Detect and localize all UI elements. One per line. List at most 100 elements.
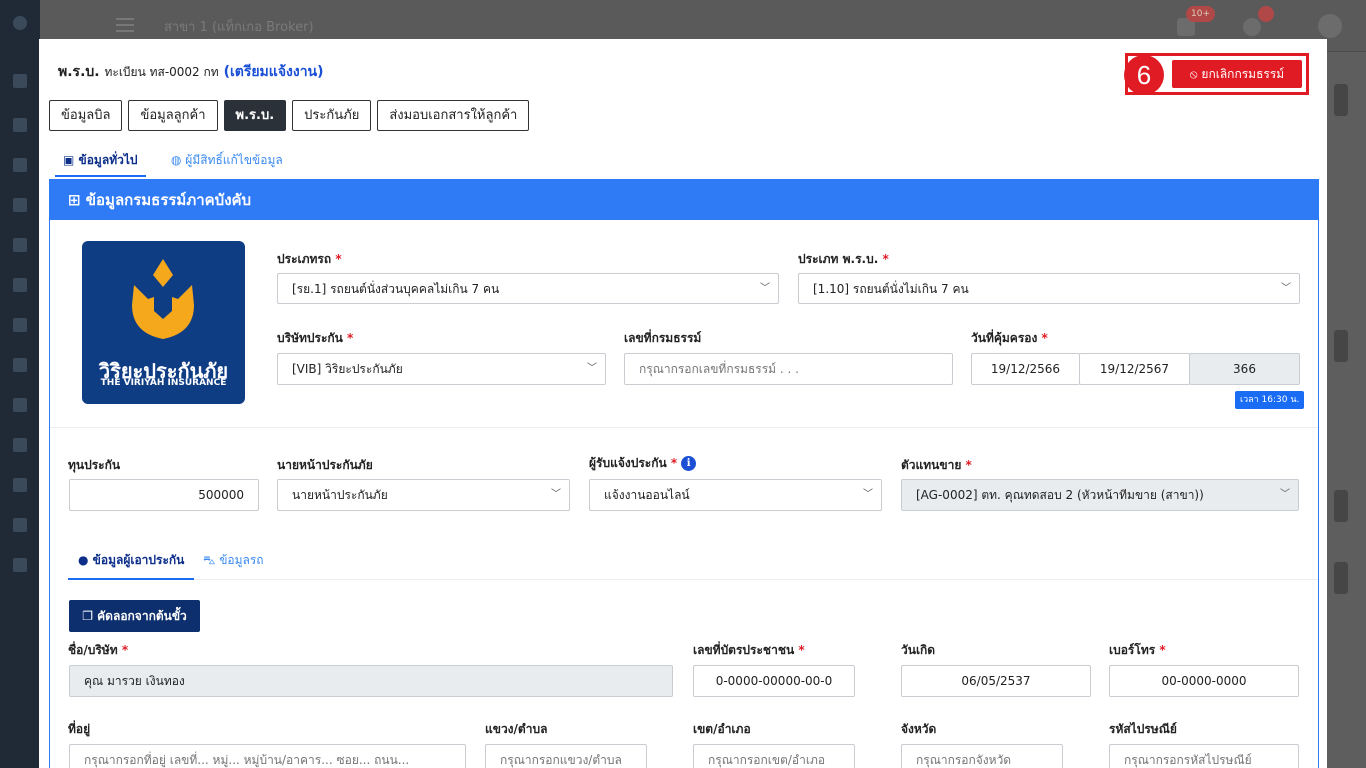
agent-label: ตัวแทนขาย * [901,458,972,472]
vehicle-type-label: ประเภทรถ * [277,252,342,266]
logo-english-text: THE VIRIYAH INSURANCE [100,378,227,388]
insurer-select[interactable]: [VIB] วิริยะประกันภัย ﹀ [277,353,606,385]
subdistrict-input[interactable] [485,744,647,768]
title-registration: ทะเบียน ทส-0002 กท [104,65,219,79]
title-prefix: พ.ร.บ. [58,64,100,80]
policy-number-input[interactable] [624,353,953,385]
edit-icon [13,74,27,88]
tab-deliver-documents[interactable]: ส่งมอบเอกสารให้ลูกค้า [377,100,530,131]
sidebar-item-icon [13,478,27,492]
sidebar-item-icon [13,238,27,252]
sum-insured-label: ทุนประกัน [68,458,121,472]
coverage-days: 366 [1189,353,1300,385]
avatar [1318,14,1342,38]
sidebar-item-icon [13,438,27,452]
compulsory-policy-card: ⊞ ข้อมูลกรมธรรม์ภาคบังคับ วิริยะประกันภั… [49,179,1319,768]
copy-icon: ❐ [82,609,98,623]
name-label: ชื่อ/บริษัท * [68,643,129,657]
insurer-logo: วิริยะประกันภัย THE VIRIYAH INSURANCE [82,241,245,404]
id-card-label: เลขที่บัตรประชาชน * [693,643,805,657]
insured-tabs: ● ข้อมูลผู้เอาประกัน ⛍ ข้อมูลรถ [68,540,1318,580]
notifier-select[interactable]: แจ้งงานออนไลน์ ﹀ [589,479,882,511]
notifier-label: ผู้รับแจ้งประกัน * i [589,454,697,473]
cancel-policy-button[interactable]: ⦸ ยกเลิกกรมธรรม์ [1172,60,1302,88]
tab-insurance[interactable]: ประกันภัย [292,100,372,131]
broker-select[interactable]: นายหน้าประกันภัย ﹀ [277,479,570,511]
policy-number-label: เลขที่กรมธรรม์ [624,331,702,345]
tab-car-info[interactable]: ⛍ ข้อมูลรถ [203,540,264,580]
name-input[interactable]: คุณ มารวย เงินทอง [69,665,673,697]
sidebar-item-icon [13,278,27,292]
sub-tabs: ▣ ข้อมูลทั่วไป ◍ ผู้มีสิทธิ์แก้ไขข้อมูล [49,143,1319,177]
table-icon: ⊞ [68,191,86,209]
postal-input[interactable] [1109,744,1299,768]
chevron-down-icon: ﹀ [551,489,561,500]
sum-insured-input[interactable]: 500000 [69,479,259,511]
insurer-label: บริษัทประกัน * [277,331,354,345]
subtab-editors[interactable]: ◍ ผู้มีสิทธิ์แก้ไขข้อมูล [163,143,291,177]
prb-type-value: [1.10] รถยนต์นั่งไม่เกิน 7 คน [813,282,969,296]
province-input[interactable] [901,744,1063,768]
phone-input[interactable]: 00-0000-0000 [1109,665,1299,697]
province-label: จังหวัด [901,722,937,736]
main-tabs: ข้อมูลบิล ข้อมูลลูกค้า พ.ร.บ. ประกันภัย … [49,100,530,131]
address-input[interactable] [69,744,466,768]
prb-type-select[interactable]: [1.10] รถยนต์นั่งไม่เกิน 7 คน ﹀ [798,273,1300,304]
card-header: ⊞ ข้อมูลกรมธรรม์ภาคบังคับ [50,180,1318,220]
tab-insured-person[interactable]: ● ข้อมูลผู้เอาประกัน [68,540,195,580]
sidebar-item-icon [13,558,27,572]
coverage-start-date[interactable]: 19/12/2566 [971,353,1080,385]
notification-badge: 10+ [1186,6,1215,22]
policy-modal: พ.ร.บ. ทะเบียน ทส-0002 กท (เตรียมแจ้งงาน… [39,39,1327,768]
subtab-general[interactable]: ▣ ข้อมูลทั่วไป [55,143,146,177]
cancel-highlight: 6 ⦸ ยกเลิกกรมธรรม์ [1124,53,1309,95]
subtab-editors-label: ผู้มีสิทธิ์แก้ไขข้อมูล [185,153,283,167]
divider [50,427,1318,428]
district-label: เขต/อำเภอ [693,722,751,736]
district-input[interactable] [693,744,855,768]
tab-car-info-label: ข้อมูลรถ [219,553,264,567]
phone-label: เบอร์โทร * [1109,643,1166,657]
sidebar-item-icon [13,398,27,412]
mail-icon [13,158,27,172]
chevron-down-icon: ﹀ [587,363,597,374]
sidebar-item-icon [13,118,27,132]
alert-badge [1258,6,1274,22]
agent-value: [AG-0002] ตท. คุณทดสอบ 2 (หัวหน้าทีมขาย … [916,488,1204,502]
title-status: (เตรียมแจ้งงาน) [223,64,324,80]
prb-type-label: ประเภท พ.ร.บ. * [798,252,889,266]
tab-prb[interactable]: พ.ร.บ. [223,100,287,131]
sidebar-item-icon [13,318,27,332]
card-title: ข้อมูลกรมธรรม์ภาคบังคับ [85,191,252,209]
location-icon [13,16,27,30]
user-icon: ● [78,553,93,567]
app-sidebar [0,0,40,768]
chevron-down-icon: ﹀ [760,283,770,294]
vehicle-type-select[interactable]: [รย.1] รถยนต์นั่งส่วนบุคคลไม่เกิน 7 คน ﹀ [277,273,779,304]
step-marker: 6 [1124,55,1164,95]
info-icon[interactable]: i [681,456,697,471]
subdistrict-label: แขวง/ตำบล [485,722,548,736]
broker-label: นายหน้าประกันภัย [277,458,373,472]
sidebar-item-icon [13,198,27,212]
copy-from-source-button[interactable]: ❐ คัดลอกจากต้นขั้ว [69,600,200,632]
postal-label: รหัสไปรษณีย์ [1109,722,1177,736]
coverage-time-badge: เวลา 16:30 น. [1235,391,1305,409]
bg-button [1334,562,1348,594]
chevron-down-icon: ﹀ [863,489,873,500]
birthdate-input[interactable]: 06/05/2537 [901,665,1091,697]
bg-button [1334,330,1348,362]
viriyah-emblem-icon [132,259,194,339]
notifier-value: แจ้งงานออนไลน์ [604,488,690,502]
id-card-input[interactable]: 0-0000-00000-00-0 [693,665,855,697]
address-label: ที่อยู่ [68,722,91,736]
tab-customer[interactable]: ข้อมูลลูกค้า [128,100,218,131]
subtab-general-label: ข้อมูลทั่วไป [78,153,138,167]
agent-select[interactable]: [AG-0002] ตท. คุณทดสอบ 2 (หัวหน้าทีมขาย … [901,479,1299,511]
hamburger-menu-icon [116,18,134,32]
coverage-end-date[interactable]: 19/12/2567 [1079,353,1190,385]
tab-bill[interactable]: ข้อมูลบิล [49,100,123,131]
tab-insured-person-label: ข้อมูลผู้เอาประกัน [92,553,185,567]
vehicle-type-value: [รย.1] รถยนต์นั่งส่วนบุคคลไม่เกิน 7 คน [292,282,500,296]
chevron-down-icon: ﹀ [1280,489,1290,500]
